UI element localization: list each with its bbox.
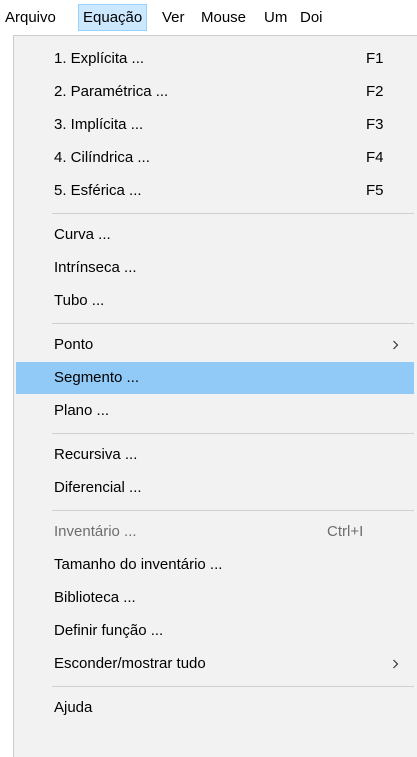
menu-separator [52, 433, 414, 434]
menu-item-diferencial[interactable]: Diferencial ... [16, 472, 414, 504]
menu-separator [52, 686, 414, 687]
menu-item-label: Ajuda [54, 699, 93, 716]
menu-item-label: Ponto [54, 336, 94, 353]
menu-item-recursiva[interactable]: Recursiva ... [16, 439, 414, 471]
menu-item-segmento[interactable]: Segmento ... [16, 362, 414, 394]
menu-item-ponto[interactable]: Ponto [16, 329, 414, 361]
menu-item-curva[interactable]: Curva ... [16, 219, 414, 251]
menu-item-shortcut: F3 [366, 116, 384, 133]
menu-bar: Arquivo Equação Ver Mouse Um Doi [0, 0, 417, 35]
menu-item-shortcut: F5 [366, 182, 384, 199]
menubar-item-mouse[interactable]: Mouse [197, 4, 250, 31]
chevron-right-icon [390, 648, 404, 680]
menu-item-explicita[interactable]: 1. Explícita ... F1 [16, 43, 414, 75]
menu-item-label: Plano ... [54, 402, 110, 419]
menubar-item-um[interactable]: Um [260, 4, 291, 31]
menu-item-label: Tubo ... [54, 292, 105, 309]
menu-item-ajuda[interactable]: Ajuda [16, 692, 414, 724]
menu-item-plano[interactable]: Plano ... [16, 395, 414, 427]
menu-item-biblioteca[interactable]: Biblioteca ... [16, 582, 414, 614]
menu-item-label: Biblioteca ... [54, 589, 136, 606]
menu-item-shortcut: F2 [366, 83, 384, 100]
menu-separator [52, 213, 414, 214]
menu-item-esconder-mostrar-tudo[interactable]: Esconder/mostrar tudo [16, 648, 414, 680]
menu-item-tamanho-inventario[interactable]: Tamanho do inventário ... [16, 549, 414, 581]
menu-item-label: 1. Explícita ... [54, 50, 145, 67]
menu-separator [52, 323, 414, 324]
menu-item-label: 3. Implícita ... [54, 116, 144, 133]
menu-item-definir-funcao[interactable]: Definir função ... [16, 615, 414, 647]
menubar-item-dois[interactable]: Doi [296, 4, 327, 31]
equacao-dropdown-menu: 1. Explícita ... F1 2. Paramétrica ... F… [13, 35, 417, 757]
menu-item-label: Diferencial ... [54, 479, 142, 496]
chevron-right-icon [390, 329, 404, 361]
menu-item-inventario: Inventário ... Ctrl+I [16, 516, 414, 548]
menu-item-implicita[interactable]: 3. Implícita ... F3 [16, 109, 414, 141]
menu-item-intrinseca[interactable]: Intrínseca ... [16, 252, 414, 284]
menu-item-tubo[interactable]: Tubo ... [16, 285, 414, 317]
menu-item-shortcut: Ctrl+I [327, 523, 364, 540]
menubar-item-ver[interactable]: Ver [158, 4, 189, 31]
menu-item-label: 5. Esférica ... [54, 182, 142, 199]
menu-separator [52, 510, 414, 511]
menu-item-parametrica[interactable]: 2. Paramétrica ... F2 [16, 76, 414, 108]
menu-item-label: 2. Paramétrica ... [54, 83, 169, 100]
menu-item-label: Esconder/mostrar tudo [54, 655, 206, 672]
menu-item-label: Recursiva ... [54, 446, 138, 463]
menu-item-shortcut: F4 [366, 149, 384, 166]
menu-item-label: Tamanho do inventário ... [54, 556, 223, 573]
menubar-item-equacao[interactable]: Equação [78, 4, 148, 31]
menu-item-label: Intrínseca ... [54, 259, 137, 276]
menu-item-label: Segmento ... [54, 369, 140, 386]
menubar-item-arquivo[interactable]: Arquivo [1, 4, 60, 31]
menu-item-esferica[interactable]: 5. Esférica ... F5 [16, 175, 414, 207]
menu-item-label: Definir função ... [54, 622, 164, 639]
menu-item-label: 4. Cilíndrica ... [54, 149, 150, 166]
menu-item-cilindrica[interactable]: 4. Cilíndrica ... F4 [16, 142, 414, 174]
menu-item-label: Inventário ... [54, 523, 137, 540]
menu-item-label: Curva ... [54, 226, 111, 243]
menu-item-shortcut: F1 [366, 50, 384, 67]
